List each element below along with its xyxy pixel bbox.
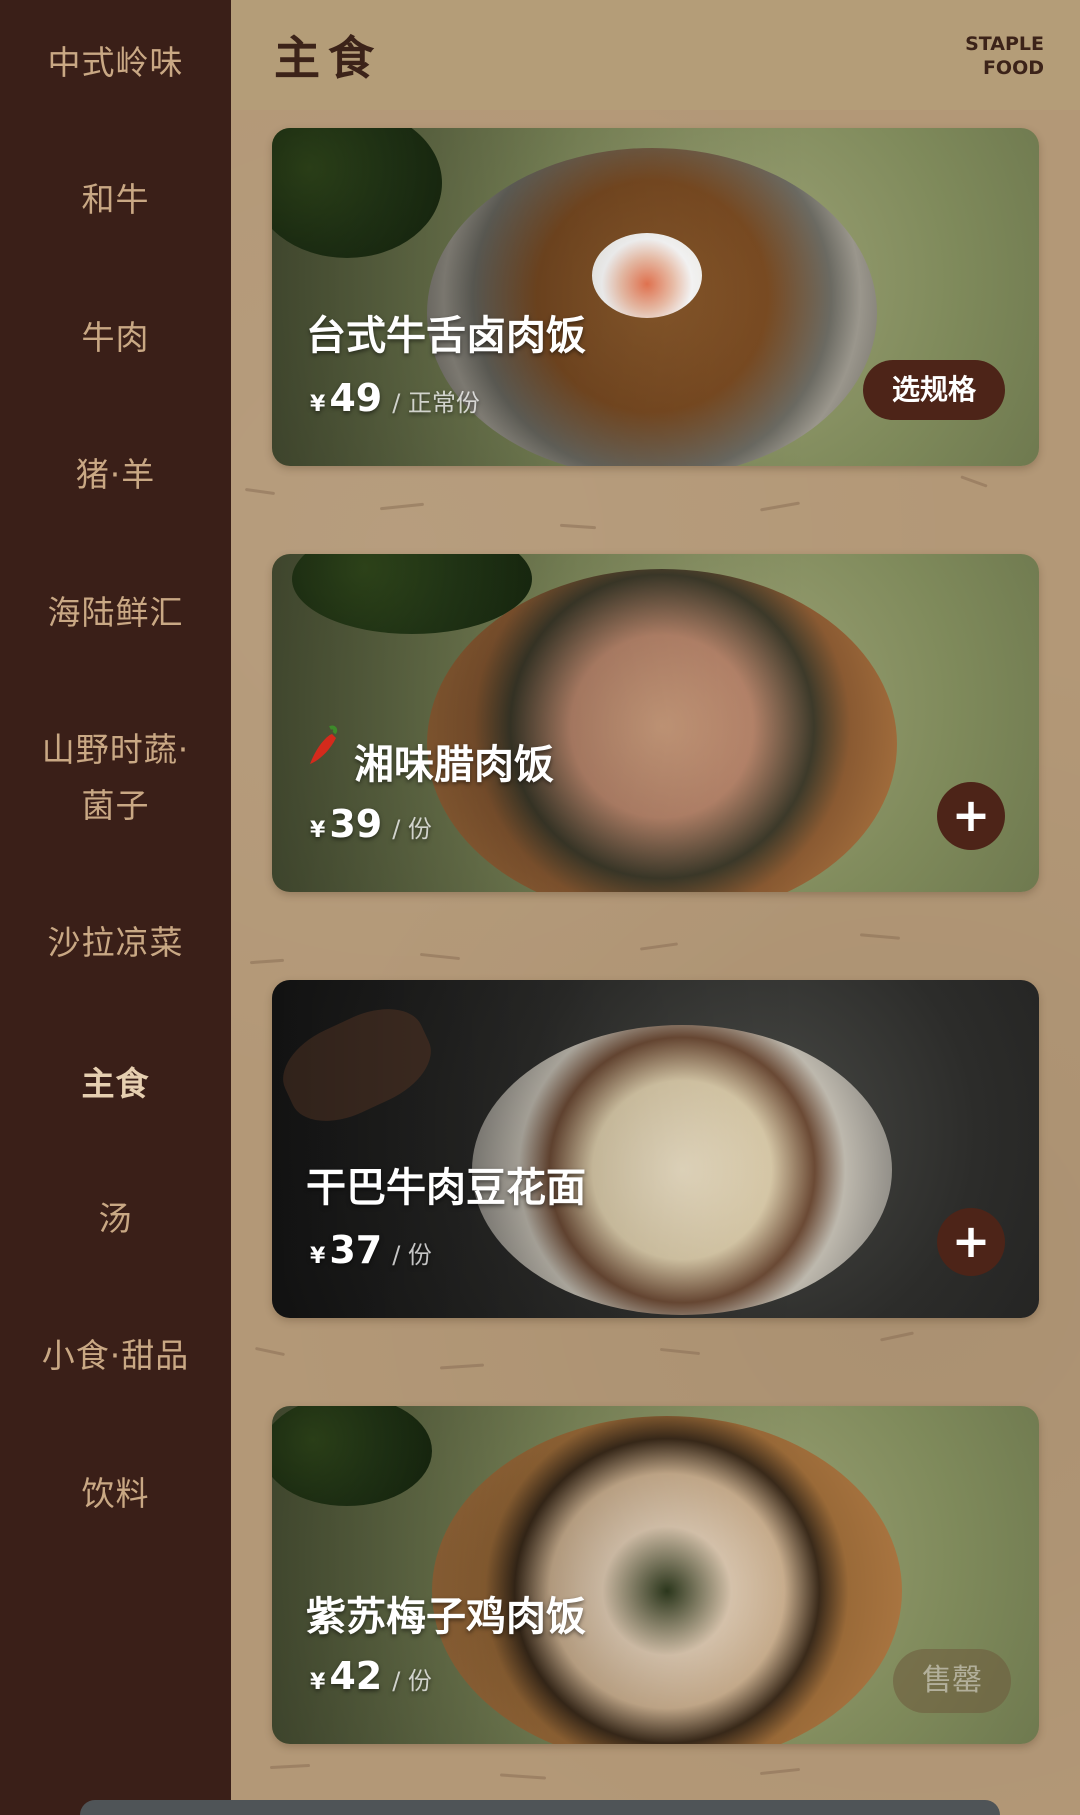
price-value: 42 bbox=[329, 1654, 383, 1698]
dish-name: 干巴牛肉豆花面 bbox=[306, 1165, 586, 1211]
category-item-shanye-line2: 菌子 bbox=[81, 786, 150, 825]
category-sidebar: 中式岭味 和牛 牛肉 猪·羊 海陆鲜汇 山野时蔬· 菌子 沙拉凉菜 主食 汤 小… bbox=[0, 0, 231, 1815]
dish-price: ¥42 / 份 bbox=[310, 1654, 432, 1698]
currency-symbol: ¥ bbox=[310, 392, 326, 417]
dish-name: 台式牛舌卤肉饭 bbox=[306, 313, 586, 359]
sold-out-badge: 售罄 bbox=[893, 1649, 1011, 1713]
currency-symbol: ¥ bbox=[310, 818, 326, 843]
price-unit: / 份 bbox=[392, 1241, 432, 1269]
category-item-shala[interactable]: 沙拉凉菜 bbox=[0, 916, 231, 970]
price-unit: / 份 bbox=[392, 815, 432, 843]
page-title: 主食 bbox=[274, 31, 382, 85]
dish-card[interactable]: 台式牛舌卤肉饭 ¥49 / 正常份 选规格 bbox=[272, 128, 1039, 466]
bottom-cart-bar[interactable] bbox=[80, 1800, 1000, 1815]
category-item-hailu[interactable]: 海陆鲜汇 bbox=[0, 586, 231, 640]
price-unit: / 正常份 bbox=[392, 389, 480, 417]
price-value: 37 bbox=[329, 1228, 383, 1272]
category-item-xiaoshi[interactable]: 小食·甜品 bbox=[0, 1329, 231, 1383]
price-value: 39 bbox=[329, 802, 383, 846]
category-item-shanye-line1: 山野时蔬· bbox=[41, 730, 190, 769]
subtitle-en-line2: FOOD bbox=[982, 57, 1044, 79]
select-spec-button[interactable]: 选规格 bbox=[863, 360, 1005, 420]
subtitle-en-line1: STAPLE bbox=[965, 33, 1044, 55]
dish-card[interactable]: 湘味腊肉饭 ¥39 / 份 + bbox=[272, 554, 1039, 892]
category-item-zhushi-active[interactable]: 主食 bbox=[0, 1057, 231, 1111]
dish-card[interactable]: 紫苏梅子鸡肉饭 ¥42 / 份 售罄 bbox=[272, 1406, 1039, 1744]
category-item-zhu-yang[interactable]: 猪·羊 bbox=[0, 448, 231, 502]
dish-card[interactable]: 干巴牛肉豆花面 ¥37 / 份 + bbox=[272, 980, 1039, 1318]
currency-symbol: ¥ bbox=[310, 1244, 326, 1269]
price-value: 49 bbox=[329, 376, 383, 420]
add-to-cart-button[interactable]: + bbox=[937, 782, 1005, 850]
dish-price: ¥49 / 正常份 bbox=[310, 376, 480, 420]
dish-price: ¥37 / 份 bbox=[310, 1228, 432, 1272]
dish-name: 湘味腊肉饭 bbox=[354, 742, 554, 788]
currency-symbol: ¥ bbox=[310, 1670, 326, 1695]
category-item-zhongshi[interactable]: 中式岭味 bbox=[0, 36, 231, 90]
price-unit: / 份 bbox=[392, 1667, 432, 1695]
category-item-heniu[interactable]: 和牛 bbox=[0, 173, 231, 227]
category-item-tang[interactable]: 汤 bbox=[0, 1192, 231, 1246]
chili-spicy-icon bbox=[310, 725, 338, 764]
category-item-yinliao[interactable]: 饮料 bbox=[0, 1467, 231, 1521]
dish-price: ¥39 / 份 bbox=[310, 802, 432, 846]
dish-name: 紫苏梅子鸡肉饭 bbox=[306, 1594, 586, 1640]
page-subtitle-en: STAPLE FOOD bbox=[965, 32, 1044, 80]
category-item-niurou[interactable]: 牛肉 bbox=[0, 311, 231, 365]
add-to-cart-button[interactable]: + bbox=[937, 1208, 1005, 1276]
